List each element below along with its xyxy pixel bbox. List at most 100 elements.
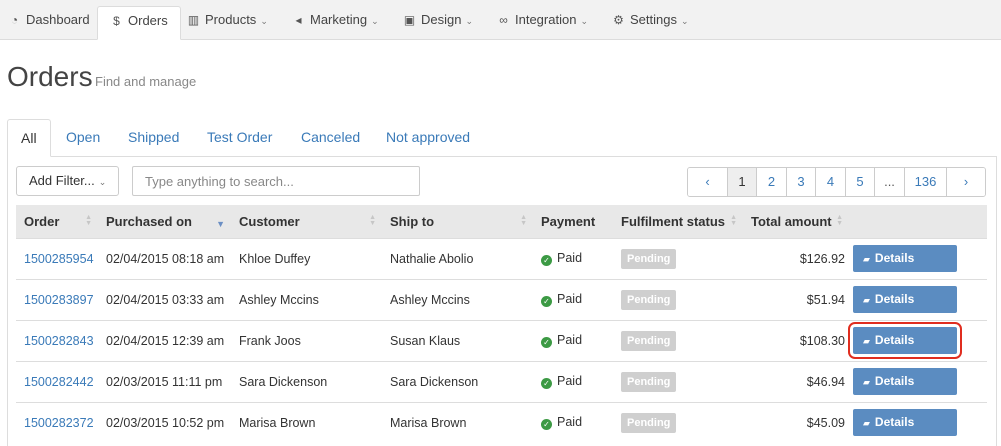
table-header-row: Order ▲ ▼ Purchased on ▼ Customer ▲ ▼ Ship to… [16,205,987,238]
customer-cell: Marisa Brown [231,401,382,443]
actions-cell: ▰ Details [845,360,987,402]
column-label: Ship to [390,213,435,229]
nav-label: Design [421,12,462,27]
nav-item-settings[interactable]: ⚙ Settings ⌄ [612,6,689,40]
customer-cell: Khloe Duffey [231,237,382,279]
search-input[interactable] [132,166,420,196]
page-title: Orders [7,61,93,92]
details-label: Details [874,374,915,388]
check-circle-icon: ✓ [541,419,552,431]
check-circle-icon: ✓ [541,378,552,389]
picture-icon: ▣ [403,13,416,27]
check-circle-icon: ✓ [541,255,552,266]
pagination-page[interactable]: 136 [904,168,946,196]
payment-cell: ✓ Paid [533,401,613,443]
payment-status: Paid [557,374,583,388]
actions-cell: ▰ Details [845,278,987,320]
column-header-ship-to[interactable]: Ship to ▲ ▼ [382,205,533,238]
sort-icon: ▲ ▼ [369,214,376,227]
pagination-page[interactable]: 5 [845,168,874,196]
check-circle-icon: ✓ [541,296,552,307]
tab-canceled[interactable]: Canceled [301,119,360,157]
column-header-fulfilment-status[interactable]: Fulfilment status ▲ ▼ [613,205,743,238]
pagination-page[interactable]: 3 [786,168,815,196]
order-number-link[interactable]: 1500285954 [24,252,94,266]
nav-item-design[interactable]: ▣ Design ⌄ [403,6,473,40]
ship-to-cell: Sara Dickenson [382,360,533,402]
tab-all[interactable]: All [7,119,51,157]
link-icon: ∞ [499,13,508,27]
sort-descending-icon: ▼ [216,219,225,229]
payment-cell: ✓ Paid [533,319,613,361]
details-button[interactable]: ▰ Details [853,245,957,272]
add-filter-button[interactable]: Add Filter... ⌄ [16,166,119,196]
column-label: Fulfilment status [621,213,726,229]
fulfilment-cell: Pending [613,319,743,361]
order-number-link[interactable]: 1500282372 [24,416,94,430]
nav-item-marketing[interactable]: ◂ Marketing ⌄ [292,6,378,40]
status-badge: Pending [621,248,677,269]
ship-to-cell: Ashley Mccins [382,278,533,320]
order-number-link[interactable]: 1500282442 [24,375,94,389]
order-number-link[interactable]: 1500282843 [24,334,94,348]
column-header-payment[interactable]: Payment [533,205,613,238]
tab-test-order[interactable]: Test Order [207,119,272,157]
table-row: 1500282442 02/03/2015 11:11 pm Sara Dick… [16,360,987,402]
orders-table: Order ▲ ▼ Purchased on ▼ Customer ▲ ▼ Ship to… [16,205,987,443]
column-header-total-amount[interactable]: Total amount ▲ ▼ [743,205,845,238]
table-row: 1500285954 02/04/2015 08:18 am Khloe Duf… [16,237,987,279]
tab-shipped[interactable]: Shipped [128,119,179,157]
payment-cell: ✓ Paid [533,360,613,402]
details-button[interactable]: ▰ Details [853,368,957,395]
dollar-icon: $ [113,14,120,28]
chevron-down-icon: ⌄ [680,16,689,26]
details-button-highlighted[interactable]: ▰ Details [848,322,962,359]
folder-open-icon: ▰ [863,295,870,305]
status-badge: Pending [621,412,677,433]
pagination-prev-icon[interactable]: ‹ [688,168,727,196]
folder-open-icon: ▰ [863,418,870,429]
pagination-page[interactable]: 2 [756,168,786,196]
customer-cell: Sara Dickenson [231,360,382,402]
payment-status: Paid [557,333,583,347]
sort-icon: ▲ ▼ [730,214,737,227]
check-circle-icon: ✓ [541,337,552,348]
purchased-on-cell: 02/04/2015 03:33 am [98,278,231,320]
folder-open-icon: ▰ [863,254,870,264]
fulfilment-cell: Pending [613,401,743,443]
total-amount-cell: $45.09 [743,401,845,443]
nav-item-products[interactable]: ▥ Products ⌄ [187,6,268,40]
table-row: 1500282372 02/03/2015 10:52 pm Marisa Br… [16,401,987,443]
payment-cell: ✓ Paid [533,278,613,320]
folder-open-icon: ▰ [863,377,870,387]
column-header-customer[interactable]: Customer ▲ ▼ [231,205,382,238]
tab-open[interactable]: Open [66,119,100,157]
details-button[interactable]: ▰ Details [853,409,957,437]
details-button[interactable]: ▰ Details [853,286,957,313]
nav-item-dashboard[interactable]: ◔ Dashboard [8,6,90,40]
tab-not-approved[interactable]: Not approved [386,119,470,157]
fulfilment-cell: Pending [613,237,743,279]
top-navigation: ◔ Dashboard $ Orders ▥ Products ⌄ ◂ Marketing… [0,0,1001,40]
pagination-page[interactable]: 4 [815,168,845,196]
actions-cell: ▰ Details [845,319,987,361]
table-row: 1500282843 02/04/2015 12:39 am Frank Joo… [16,319,987,361]
column-label: Purchased on [106,213,192,229]
customer-cell: Ashley Mccins [231,278,382,320]
column-label: Order [24,213,60,229]
details-label: Details [874,415,915,430]
fulfilment-cell: Pending [613,278,743,320]
order-number-link[interactable]: 1500283897 [24,293,94,307]
order-filter-tabs: All Open Shipped Test Order Canceled Not… [7,119,997,157]
nav-item-integration[interactable]: ∞ Integration ⌄ [497,6,588,40]
customer-cell: Frank Joos [231,319,382,361]
column-header-order[interactable]: Order ▲ ▼ [16,205,98,238]
nav-item-orders[interactable]: $ Orders [97,6,181,40]
pagination-next-icon[interactable]: › [946,168,985,196]
status-badge: Pending [621,289,677,310]
actions-cell: ▰ Details [845,401,987,443]
column-header-purchased-on[interactable]: Purchased on ▼ [98,205,231,238]
pagination-page[interactable]: 1 [727,168,756,196]
payment-status: Paid [557,415,583,430]
column-header-actions [845,205,987,238]
